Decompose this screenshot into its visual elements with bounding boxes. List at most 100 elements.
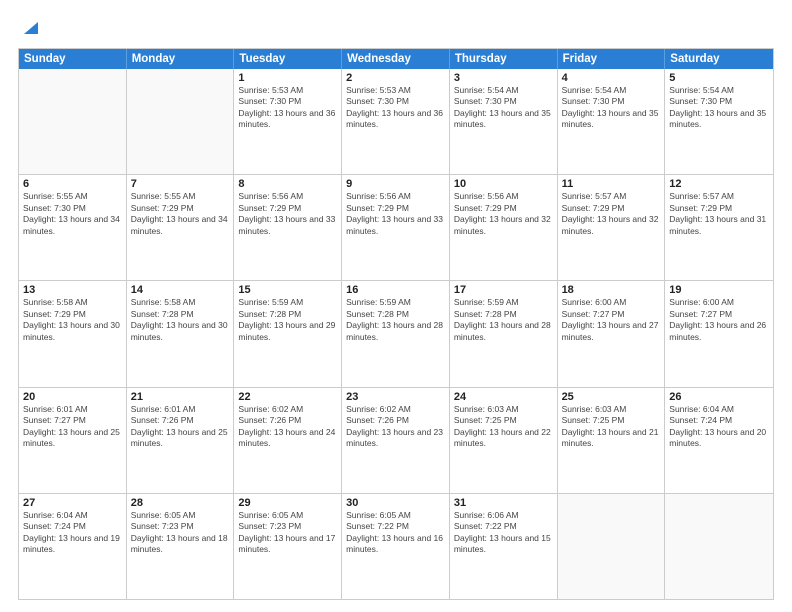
day-info: Sunrise: 5:56 AM Sunset: 7:29 PM Dayligh… — [454, 191, 553, 237]
cal-cell — [665, 494, 773, 599]
day-number: 22 — [238, 391, 337, 403]
day-info: Sunrise: 5:55 AM Sunset: 7:30 PM Dayligh… — [23, 191, 122, 237]
day-info: Sunrise: 5:53 AM Sunset: 7:30 PM Dayligh… — [238, 85, 337, 131]
day-info: Sunrise: 5:54 AM Sunset: 7:30 PM Dayligh… — [669, 85, 769, 131]
day-number: 10 — [454, 178, 553, 190]
cal-cell: 8Sunrise: 5:56 AM Sunset: 7:29 PM Daylig… — [234, 175, 342, 280]
day-number: 14 — [131, 284, 230, 296]
day-info: Sunrise: 6:00 AM Sunset: 7:27 PM Dayligh… — [669, 297, 769, 343]
cal-header-cell: Wednesday — [342, 49, 450, 69]
day-number: 31 — [454, 497, 553, 509]
day-number: 28 — [131, 497, 230, 509]
cal-cell: 21Sunrise: 6:01 AM Sunset: 7:26 PM Dayli… — [127, 388, 235, 493]
cal-cell: 24Sunrise: 6:03 AM Sunset: 7:25 PM Dayli… — [450, 388, 558, 493]
cal-cell — [558, 494, 666, 599]
cal-cell: 16Sunrise: 5:59 AM Sunset: 7:28 PM Dayli… — [342, 281, 450, 386]
cal-cell: 7Sunrise: 5:55 AM Sunset: 7:29 PM Daylig… — [127, 175, 235, 280]
cal-cell: 3Sunrise: 5:54 AM Sunset: 7:30 PM Daylig… — [450, 69, 558, 174]
cal-row: 20Sunrise: 6:01 AM Sunset: 7:27 PM Dayli… — [19, 387, 773, 493]
day-number: 7 — [131, 178, 230, 190]
cal-cell: 11Sunrise: 5:57 AM Sunset: 7:29 PM Dayli… — [558, 175, 666, 280]
day-info: Sunrise: 5:53 AM Sunset: 7:30 PM Dayligh… — [346, 85, 445, 131]
cal-cell: 17Sunrise: 5:59 AM Sunset: 7:28 PM Dayli… — [450, 281, 558, 386]
day-number: 17 — [454, 284, 553, 296]
day-number: 2 — [346, 72, 445, 84]
logo-icon — [20, 16, 42, 38]
day-info: Sunrise: 5:56 AM Sunset: 7:29 PM Dayligh… — [238, 191, 337, 237]
cal-row: 27Sunrise: 6:04 AM Sunset: 7:24 PM Dayli… — [19, 493, 773, 599]
cal-cell: 12Sunrise: 5:57 AM Sunset: 7:29 PM Dayli… — [665, 175, 773, 280]
day-number: 27 — [23, 497, 122, 509]
day-info: Sunrise: 5:59 AM Sunset: 7:28 PM Dayligh… — [454, 297, 553, 343]
cal-cell: 14Sunrise: 5:58 AM Sunset: 7:28 PM Dayli… — [127, 281, 235, 386]
day-info: Sunrise: 6:02 AM Sunset: 7:26 PM Dayligh… — [238, 404, 337, 450]
day-info: Sunrise: 6:01 AM Sunset: 7:26 PM Dayligh… — [131, 404, 230, 450]
day-number: 29 — [238, 497, 337, 509]
calendar-body: 1Sunrise: 5:53 AM Sunset: 7:30 PM Daylig… — [19, 69, 773, 599]
day-number: 18 — [562, 284, 661, 296]
cal-cell: 23Sunrise: 6:02 AM Sunset: 7:26 PM Dayli… — [342, 388, 450, 493]
day-number: 8 — [238, 178, 337, 190]
cal-cell: 9Sunrise: 5:56 AM Sunset: 7:29 PM Daylig… — [342, 175, 450, 280]
day-info: Sunrise: 6:03 AM Sunset: 7:25 PM Dayligh… — [562, 404, 661, 450]
cal-cell: 25Sunrise: 6:03 AM Sunset: 7:25 PM Dayli… — [558, 388, 666, 493]
day-number: 6 — [23, 178, 122, 190]
cal-cell: 19Sunrise: 6:00 AM Sunset: 7:27 PM Dayli… — [665, 281, 773, 386]
day-number: 5 — [669, 72, 769, 84]
day-info: Sunrise: 6:03 AM Sunset: 7:25 PM Dayligh… — [454, 404, 553, 450]
day-info: Sunrise: 5:56 AM Sunset: 7:29 PM Dayligh… — [346, 191, 445, 237]
header — [18, 16, 774, 38]
day-info: Sunrise: 6:05 AM Sunset: 7:23 PM Dayligh… — [238, 510, 337, 556]
logo — [18, 16, 42, 38]
day-info: Sunrise: 5:57 AM Sunset: 7:29 PM Dayligh… — [669, 191, 769, 237]
day-number: 25 — [562, 391, 661, 403]
day-info: Sunrise: 6:00 AM Sunset: 7:27 PM Dayligh… — [562, 297, 661, 343]
day-info: Sunrise: 6:05 AM Sunset: 7:23 PM Dayligh… — [131, 510, 230, 556]
cal-cell: 28Sunrise: 6:05 AM Sunset: 7:23 PM Dayli… — [127, 494, 235, 599]
day-number: 9 — [346, 178, 445, 190]
day-info: Sunrise: 6:06 AM Sunset: 7:22 PM Dayligh… — [454, 510, 553, 556]
cal-cell: 30Sunrise: 6:05 AM Sunset: 7:22 PM Dayli… — [342, 494, 450, 599]
cal-cell: 27Sunrise: 6:04 AM Sunset: 7:24 PM Dayli… — [19, 494, 127, 599]
day-info: Sunrise: 5:58 AM Sunset: 7:29 PM Dayligh… — [23, 297, 122, 343]
day-info: Sunrise: 5:59 AM Sunset: 7:28 PM Dayligh… — [238, 297, 337, 343]
day-info: Sunrise: 6:05 AM Sunset: 7:22 PM Dayligh… — [346, 510, 445, 556]
cal-row: 13Sunrise: 5:58 AM Sunset: 7:29 PM Dayli… — [19, 280, 773, 386]
cal-header-cell: Thursday — [450, 49, 558, 69]
day-info: Sunrise: 6:04 AM Sunset: 7:24 PM Dayligh… — [669, 404, 769, 450]
day-number: 11 — [562, 178, 661, 190]
day-info: Sunrise: 6:02 AM Sunset: 7:26 PM Dayligh… — [346, 404, 445, 450]
day-number: 24 — [454, 391, 553, 403]
day-number: 4 — [562, 72, 661, 84]
cal-header-cell: Sunday — [19, 49, 127, 69]
cal-cell: 13Sunrise: 5:58 AM Sunset: 7:29 PM Dayli… — [19, 281, 127, 386]
cal-header-cell: Saturday — [665, 49, 773, 69]
day-info: Sunrise: 5:59 AM Sunset: 7:28 PM Dayligh… — [346, 297, 445, 343]
cal-cell: 29Sunrise: 6:05 AM Sunset: 7:23 PM Dayli… — [234, 494, 342, 599]
cal-cell — [19, 69, 127, 174]
day-number: 30 — [346, 497, 445, 509]
cal-cell: 15Sunrise: 5:59 AM Sunset: 7:28 PM Dayli… — [234, 281, 342, 386]
cal-cell: 22Sunrise: 6:02 AM Sunset: 7:26 PM Dayli… — [234, 388, 342, 493]
cal-row: 1Sunrise: 5:53 AM Sunset: 7:30 PM Daylig… — [19, 69, 773, 174]
day-info: Sunrise: 5:58 AM Sunset: 7:28 PM Dayligh… — [131, 297, 230, 343]
day-number: 1 — [238, 72, 337, 84]
cal-cell: 1Sunrise: 5:53 AM Sunset: 7:30 PM Daylig… — [234, 69, 342, 174]
day-info: Sunrise: 5:54 AM Sunset: 7:30 PM Dayligh… — [562, 85, 661, 131]
day-info: Sunrise: 6:04 AM Sunset: 7:24 PM Dayligh… — [23, 510, 122, 556]
page: SundayMondayTuesdayWednesdayThursdayFrid… — [0, 0, 792, 612]
day-info: Sunrise: 5:55 AM Sunset: 7:29 PM Dayligh… — [131, 191, 230, 237]
day-number: 15 — [238, 284, 337, 296]
day-number: 19 — [669, 284, 769, 296]
cal-cell: 2Sunrise: 5:53 AM Sunset: 7:30 PM Daylig… — [342, 69, 450, 174]
cal-cell: 6Sunrise: 5:55 AM Sunset: 7:30 PM Daylig… — [19, 175, 127, 280]
cal-cell: 5Sunrise: 5:54 AM Sunset: 7:30 PM Daylig… — [665, 69, 773, 174]
day-number: 3 — [454, 72, 553, 84]
cal-row: 6Sunrise: 5:55 AM Sunset: 7:30 PM Daylig… — [19, 174, 773, 280]
cal-cell: 20Sunrise: 6:01 AM Sunset: 7:27 PM Dayli… — [19, 388, 127, 493]
cal-cell — [127, 69, 235, 174]
cal-header-cell: Friday — [558, 49, 666, 69]
day-info: Sunrise: 5:57 AM Sunset: 7:29 PM Dayligh… — [562, 191, 661, 237]
cal-cell: 26Sunrise: 6:04 AM Sunset: 7:24 PM Dayli… — [665, 388, 773, 493]
day-number: 20 — [23, 391, 122, 403]
